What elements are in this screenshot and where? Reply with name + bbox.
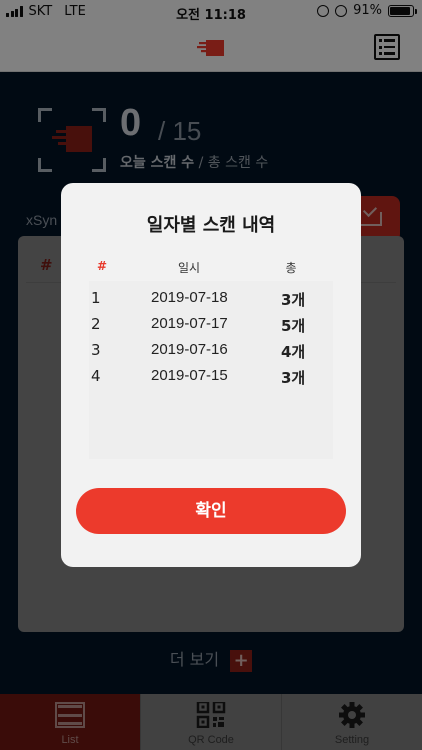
row-number: 1 [91,289,101,307]
table-row: 1 2019-07-18 3개 [89,289,333,315]
row-date: 2019-07-17 [151,315,228,332]
row-date: 2019-07-15 [151,367,228,384]
dialog-title: 일자별 스캔 내역 [146,215,276,236]
row-total: 5개 [281,317,306,335]
confirm-button[interactable]: 확인 [76,488,346,534]
table-row: 3 2019-07-16 4개 [89,341,333,367]
row-number: 3 [91,341,101,359]
row-total: 3개 [281,369,306,387]
table-row: 2 2019-07-17 5개 [89,315,333,341]
row-number: 4 [91,367,101,385]
column-header-total: 총 [285,261,297,275]
row-total: 3개 [281,291,306,309]
row-date: 2019-07-18 [151,289,228,306]
row-date: 2019-07-16 [151,341,228,358]
table-row: 4 2019-07-15 3개 [89,367,333,393]
daily-scan-history-dialog: 일자별 스캔 내역 # 일시 총 1 2019-07-18 3개 2 2019-… [61,183,361,567]
row-total: 4개 [281,343,306,361]
row-number: 2 [91,315,101,333]
